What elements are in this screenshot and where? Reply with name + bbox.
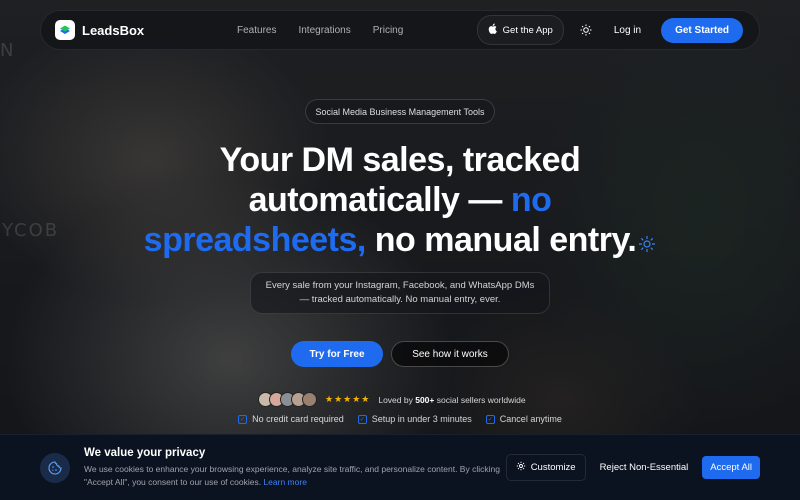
headline-line-3: spreadsheets, no manual entry. [100,220,700,262]
leadsbox-logo-icon [55,20,75,40]
avatar [302,392,317,407]
hero-cta-row: Try for Free See how it works [0,341,800,367]
accept-all-button[interactable]: Accept All [702,456,760,479]
headline-line-2: automatically — no [100,180,700,220]
avatar-group [258,392,317,407]
see-how-button[interactable]: See how it works [391,341,509,367]
loved-prefix: Loved by [378,394,416,405]
cookie-body: We use cookies to enhance your browsing … [84,463,504,488]
check-item: ✓ Setup in under 3 minutes [357,414,472,424]
headline-highlight: no [510,181,552,219]
customize-button[interactable]: Customize [505,454,586,481]
login-link[interactable]: Log in [608,25,647,36]
customize-label: Customize [530,462,576,473]
social-proof: ★★★★★ Loved by 500+ social sellers world… [258,392,526,407]
apple-icon [488,23,497,37]
check-label: No credit card required [252,414,344,424]
check-item: ✓ Cancel anytime [485,414,562,424]
check-icon: ✓ [357,414,367,424]
hero-headline: Your DM sales, tracked automatically — n… [100,140,700,262]
headline-text: no manual entry. [365,221,637,259]
check-label: Cancel anytime [499,414,562,424]
brand-name: LeadsBox [82,22,145,38]
cookie-banner: We value your privacy We use cookies to … [0,434,800,500]
nav-link-features[interactable]: Features [237,25,276,36]
nav-links: Features Integrations Pricing [237,25,403,36]
nav-link-pricing[interactable]: Pricing [373,25,404,36]
learn-more-link[interactable]: Learn more [263,477,306,487]
check-icon: ✓ [485,414,495,424]
cookie-text: We value your privacy We use cookies to … [84,447,504,488]
loved-by-text: Loved by 500+ social sellers worldwide [378,395,525,405]
headline-text: automatically — [248,181,511,219]
cookie-title: We value your privacy [84,447,206,459]
reject-button[interactable]: Reject Non-Essential [594,456,695,479]
loved-count: 500+ [415,394,435,405]
gear-icon [516,461,526,474]
check-label: Setup in under 3 minutes [371,414,472,424]
check-icon: ✓ [238,414,248,424]
try-free-button[interactable]: Try for Free [291,341,383,367]
navbar: LeadsBox Features Integrations Pricing G… [40,10,760,50]
feature-checks: ✓ No credit card required ✓ Setup in und… [0,414,800,424]
get-app-label: Get the App [502,24,553,36]
cookie-actions: Customize Reject Non-Essential Accept Al… [505,454,760,481]
brand[interactable]: LeadsBox [55,20,144,40]
nav-actions: Get the App Log in Get Started [476,15,743,45]
headline-line-1: Your DM sales, tracked [219,141,581,179]
get-app-button[interactable]: Get the App [476,15,564,45]
sparkle-icon [638,222,656,262]
loved-suffix: social sellers worldwide [434,394,526,405]
sun-icon[interactable] [578,22,594,38]
nav-link-integrations[interactable]: Integrations [298,25,350,36]
check-item: ✓ No credit card required [238,414,344,424]
hero-subtext: Every sale from your Instagram, Facebook… [250,272,550,314]
tagline-pill: Social Media Business Management Tools [305,99,495,124]
star-rating: ★★★★★ [325,394,371,404]
headline-highlight: spreadsheets, [143,221,367,259]
cookie-icon [40,452,70,483]
get-started-button[interactable]: Get Started [661,17,743,43]
